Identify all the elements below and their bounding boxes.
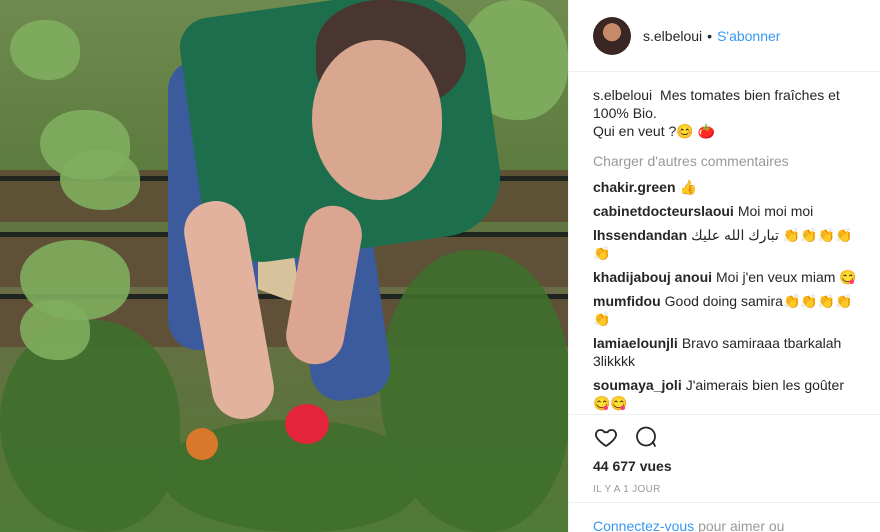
tomato [285, 404, 329, 444]
avatar[interactable] [593, 16, 631, 55]
comment-text: Moi j'en veux miam 😋 [716, 269, 857, 285]
comment-item: lamiaelounjli Bravo samiraaa tbarkalah 3l… [593, 334, 864, 370]
comment-icon[interactable] [633, 424, 659, 450]
load-more-comments-button[interactable]: Charger d'autres commentaires [593, 152, 864, 170]
post-time[interactable]: IL Y A 1 JOUR [593, 484, 661, 495]
view-count: 44 677 vues [593, 458, 672, 474]
post-side-panel: s.elbeloui • S'abonner s.elbeloui Mes to… [568, 0, 880, 532]
action-bar [593, 424, 863, 450]
comment-items: chakir.green 👍 cabinetdocteurslaoui Moi moi… [593, 178, 864, 414]
comment-item: soumaya_joli J'aimerais bien les goûter 😋… [593, 376, 864, 412]
divider [569, 502, 880, 503]
plant-leaf [10, 20, 80, 80]
divider [569, 414, 880, 415]
comment-text: Moi moi moi [737, 203, 814, 219]
comment-username[interactable]: cabinetdocteurslaoui [593, 203, 734, 219]
comment-text: 👍 [679, 179, 697, 195]
comment-username[interactable]: lhssendandan [593, 227, 687, 243]
comment-username[interactable]: lamiaelounjli [593, 335, 678, 351]
follow-button[interactable]: S'abonner [717, 28, 780, 44]
instagram-post: s.elbeloui • S'abonner s.elbeloui Mes to… [0, 0, 880, 532]
plant-leaf [20, 300, 90, 360]
plant-leaf [0, 320, 180, 532]
comment-username[interactable]: chakir.green [593, 179, 676, 195]
comment-item: lhssendandan تبارك الله عليك 👏👏👏👏👏 [593, 226, 864, 262]
login-text: pour aimer ou [698, 518, 785, 532]
post-video[interactable] [0, 0, 568, 532]
comment-username[interactable]: mumfidou [593, 293, 661, 309]
heart-icon[interactable] [593, 424, 619, 450]
header-username[interactable]: s.elbeloui [643, 28, 702, 44]
tomato [186, 428, 218, 460]
comment-username[interactable]: khadijabouj anoui [593, 269, 712, 285]
comment-username[interactable]: soumaya_joli [593, 377, 682, 393]
login-prompt: Connectez-vous pour aimer ou [593, 518, 784, 532]
separator-dot: • [707, 27, 713, 44]
comments-list: s.elbeloui Mes tomates bien fraîches et … [569, 72, 880, 414]
comment-item: mumfidou Good doing samira👏👏👏👏👏 [593, 292, 864, 328]
comment-item: chakir.green 👍 [593, 178, 864, 196]
comment-item: khadijabouj anoui Moi j'en veux miam 😋 [593, 268, 864, 286]
login-link[interactable]: Connectez-vous [593, 518, 694, 532]
caption-username[interactable]: s.elbeloui [593, 87, 652, 103]
person-face [312, 40, 442, 200]
caption-text-line2: Qui en veut ?😊 🍅 [593, 123, 716, 139]
plant-leaf [60, 150, 140, 210]
comment-item: cabinetdocteurslaoui Moi moi moi [593, 202, 864, 220]
post-header: s.elbeloui • S'abonner [569, 0, 880, 72]
post-caption: s.elbeloui Mes tomates bien fraîches et … [593, 86, 864, 140]
